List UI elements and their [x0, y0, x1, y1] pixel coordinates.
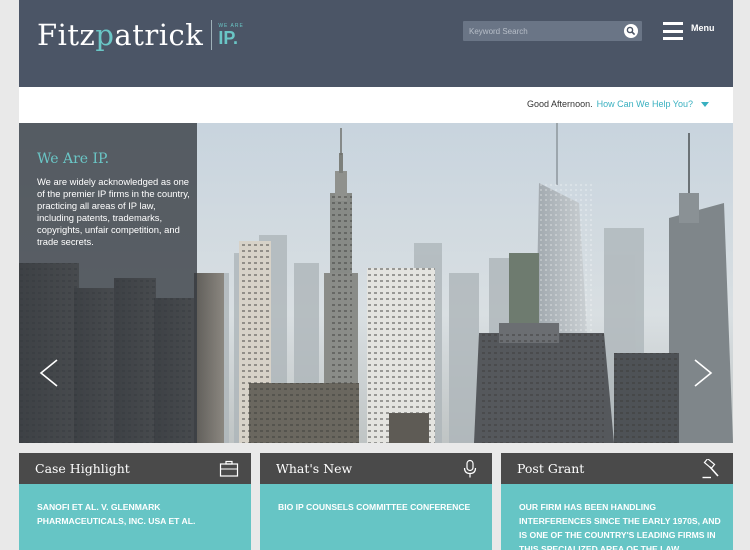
card-whats-new[interactable]: What's New BIO IP COUNSELS COMMITTEE CON… [260, 453, 492, 550]
logo-badge: WE ARE IP. [218, 22, 244, 48]
card-header: Post Grant [501, 453, 733, 484]
hero-text-panel: We Are IP. We are widely acknowledged as… [19, 123, 197, 443]
logo[interactable]: Fitzpatrick WE ARE IP. [37, 17, 244, 53]
site-header: Fitzpatrick WE ARE IP. Menu [19, 0, 733, 87]
hero-slider: We Are IP. We are widely acknowledged as… [19, 123, 733, 443]
microphone-icon [463, 459, 477, 478]
greeting: Good Afternoon. How Can We Help You? [527, 99, 709, 109]
hero-title: We Are IP. [37, 151, 110, 167]
card-link[interactable]: SANOFI ET AL. V. GLENMARK PHARMACEUTICAL… [37, 500, 242, 528]
card-header: Case Highlight [19, 453, 251, 484]
card-post-grant[interactable]: Post Grant OUR FIRM HAS BEEN HANDLING IN… [501, 453, 733, 550]
menu-label: Menu [691, 23, 715, 33]
card-case-highlight[interactable]: Case Highlight SANOFI ET AL. V. GLENMARK… [19, 453, 251, 550]
greeting-bar: Good Afternoon. How Can We Help You? [19, 87, 733, 123]
hero-description: We are widely acknowledged as one of the… [37, 176, 190, 247]
card-header: What's New [260, 453, 492, 484]
card-link[interactable]: OUR FIRM HAS BEEN HANDLING INTERFERENCES… [519, 500, 724, 550]
card-title: Post Grant [517, 461, 585, 476]
chevron-down-icon[interactable] [701, 101, 709, 107]
search-box [463, 21, 642, 41]
greeting-text: Good Afternoon. [527, 99, 593, 109]
menu-button[interactable]: Menu [663, 22, 715, 42]
card-body: OUR FIRM HAS BEEN HANDLING INTERFERENCES… [501, 484, 733, 550]
card-body: SANOFI ET AL. V. GLENMARK PHARMACEUTICAL… [19, 484, 251, 550]
search-icon[interactable] [624, 24, 638, 38]
logo-divider [211, 20, 213, 50]
search-input[interactable] [469, 21, 619, 41]
card-body: BIO IP COUNSELS COMMITTEE CONFERENCE [260, 484, 492, 550]
hamburger-icon [663, 22, 683, 40]
card-title: Case Highlight [35, 461, 130, 476]
card-link[interactable]: BIO IP COUNSELS COMMITTEE CONFERENCE [278, 500, 483, 514]
logo-wordmark: Fitzpatrick [37, 18, 204, 52]
gavel-icon [702, 459, 719, 479]
card-title: What's New [276, 461, 353, 476]
briefcase-icon [219, 460, 239, 477]
chevron-left-icon[interactable] [35, 358, 65, 388]
page-frame: Fitzpatrick WE ARE IP. Menu Good Afterno… [19, 0, 733, 550]
chevron-right-icon[interactable] [687, 358, 717, 388]
help-dropdown[interactable]: How Can We Help You? [597, 99, 693, 109]
